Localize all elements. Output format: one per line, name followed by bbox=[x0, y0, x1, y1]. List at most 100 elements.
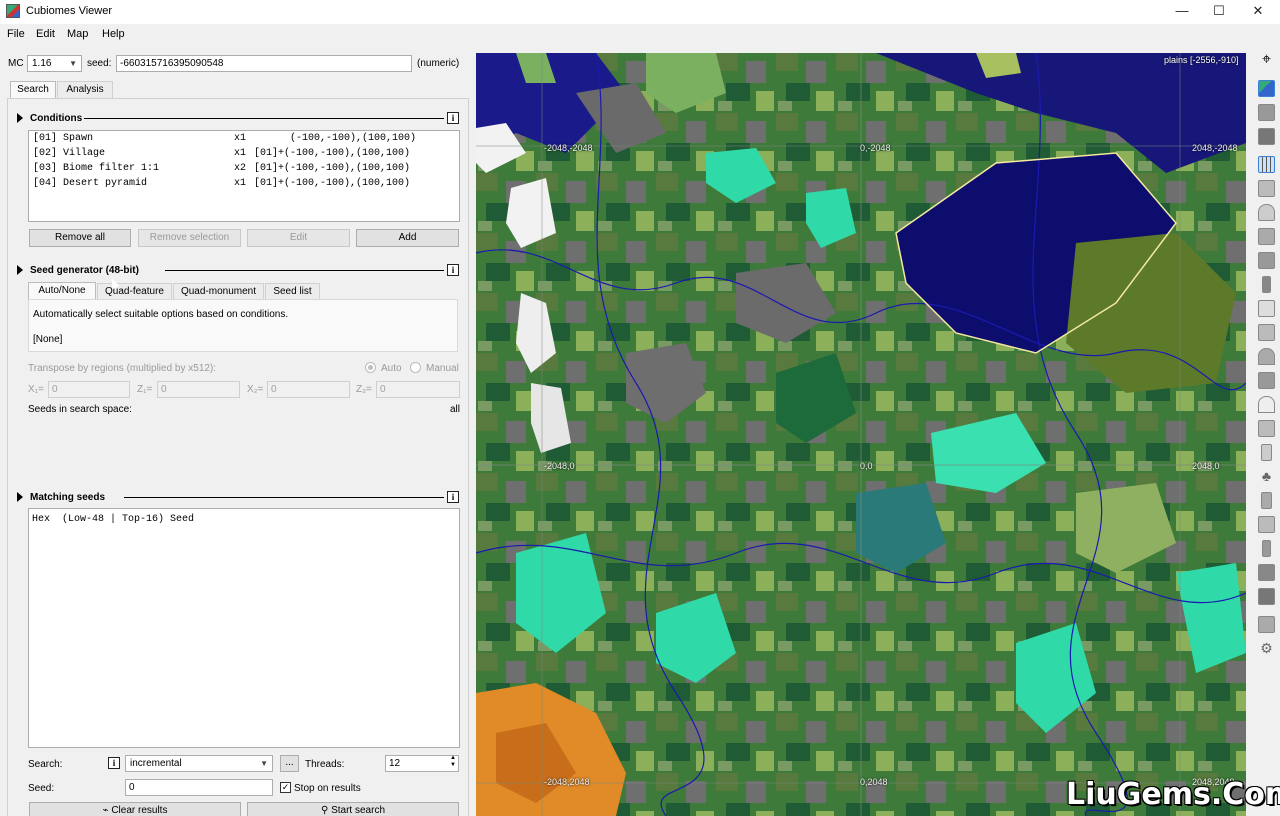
condition-count: x2 bbox=[234, 163, 247, 174]
map-toolbar: ⌖ ♣ ⚙ bbox=[1254, 44, 1280, 816]
list-item[interactable]: [01] Spawn bbox=[33, 133, 93, 144]
desert-pyramid-icon[interactable] bbox=[1258, 228, 1275, 245]
manual-radio[interactable] bbox=[410, 362, 421, 373]
map-coord-label: -2048,2048 bbox=[544, 777, 590, 787]
collapse-triangle-icon[interactable] bbox=[17, 492, 23, 502]
map-info-label: plains [-2556,-910] bbox=[1164, 55, 1239, 65]
conditions-title: Conditions bbox=[30, 113, 83, 124]
menu-edit[interactable]: Edit bbox=[36, 28, 55, 40]
crosshair-icon[interactable]: ⌖ bbox=[1258, 52, 1275, 69]
auto-radio[interactable] bbox=[365, 362, 376, 373]
z2-input[interactable]: 0 bbox=[376, 381, 460, 398]
gear-icon[interactable]: ⚙ bbox=[1258, 640, 1275, 657]
map-coord-label: 2048,0 bbox=[1192, 461, 1220, 471]
window-title: Cubiomes Viewer bbox=[26, 5, 113, 17]
biome-map-canvas bbox=[476, 53, 1246, 816]
outpost-icon[interactable] bbox=[1258, 372, 1275, 389]
tab-quad-feature[interactable]: Quad-feature bbox=[97, 283, 172, 300]
collapse-triangle-icon[interactable] bbox=[17, 113, 23, 123]
seed-generator-title: Seed generator (48-bit) bbox=[30, 265, 139, 276]
z2-label: Z₂= bbox=[356, 384, 372, 395]
mineshaft-icon[interactable]: ♣ bbox=[1258, 468, 1275, 485]
more-options-button[interactable]: ... bbox=[280, 755, 299, 772]
map-coord-label: 0,0 bbox=[860, 461, 873, 471]
threads-spinbox[interactable]: 12 ▲ ▼ bbox=[385, 755, 459, 772]
minimize-button[interactable]: — bbox=[1164, 0, 1200, 24]
stop-on-results-checkbox[interactable]: ✓ bbox=[280, 782, 291, 793]
tab-quad-monument[interactable]: Quad-monument bbox=[173, 283, 264, 300]
end-city-icon[interactable] bbox=[1262, 540, 1271, 557]
clear-results-label: Clear results bbox=[111, 805, 168, 816]
village-icon[interactable] bbox=[1258, 204, 1275, 221]
spawn-icon[interactable] bbox=[1258, 588, 1275, 605]
condition-area: [01]+(-100,-100),(100,100) bbox=[254, 178, 411, 189]
swamp-hut-icon[interactable] bbox=[1258, 300, 1275, 317]
search-space-value: all bbox=[450, 404, 461, 415]
watermark: LiuGems.Com bbox=[1066, 777, 1280, 812]
grid-icon[interactable] bbox=[1258, 156, 1275, 173]
condition-area: (-100,-100),(100,100) bbox=[254, 133, 417, 144]
remove-all-button[interactable]: Remove all bbox=[29, 229, 131, 247]
tab-search[interactable]: Search bbox=[10, 81, 56, 99]
collapse-triangle-icon[interactable] bbox=[17, 265, 23, 275]
info-icon[interactable]: i bbox=[108, 757, 120, 769]
menu-file[interactable]: File bbox=[7, 28, 25, 40]
mansion-icon[interactable] bbox=[1258, 348, 1275, 365]
search-mode-select[interactable]: incremental ▼ bbox=[125, 755, 273, 772]
mc-version-select[interactable]: 1.16 ▼ bbox=[27, 55, 82, 72]
matching-seeds-table[interactable]: Hex (Low-48 | Top-16) Seed bbox=[28, 508, 460, 748]
tab-analysis[interactable]: Analysis bbox=[57, 81, 113, 98]
tab-seed-list[interactable]: Seed list bbox=[265, 283, 320, 300]
generator-mode: [None] bbox=[33, 334, 63, 345]
add-button[interactable]: Add bbox=[356, 229, 459, 247]
conditions-list[interactable]: [01] Spawn x1 (-100,-100),(100,100) [02]… bbox=[28, 130, 460, 222]
info-icon[interactable]: i bbox=[447, 491, 459, 503]
end-gateway-icon[interactable] bbox=[1258, 564, 1275, 581]
list-item[interactable]: [04] Desert pyramid bbox=[33, 178, 147, 189]
slime-chunk-icon[interactable] bbox=[1258, 180, 1275, 197]
igloo-icon[interactable] bbox=[1262, 276, 1271, 293]
maximize-button[interactable]: ☐ bbox=[1201, 0, 1237, 24]
jungle-temple-icon[interactable] bbox=[1258, 252, 1275, 269]
biome-map[interactable]: plains [-2556,-910] -2048,-2048 0,-2048 … bbox=[476, 53, 1246, 816]
stronghold-icon[interactable] bbox=[1258, 616, 1275, 633]
map-coord-label: -2048,-2048 bbox=[544, 143, 593, 153]
divider bbox=[84, 118, 444, 119]
remove-selection-button[interactable]: Remove selection bbox=[138, 229, 241, 247]
tab-auto-none[interactable]: Auto/None bbox=[28, 282, 96, 300]
threads-label: Threads: bbox=[305, 759, 345, 770]
fortress-icon[interactable] bbox=[1261, 492, 1272, 509]
seed-start-label: Seed: bbox=[28, 783, 55, 794]
x2-input[interactable]: 0 bbox=[267, 381, 350, 398]
shade-layer-icon[interactable] bbox=[1258, 128, 1275, 145]
search-space-label: Seeds in search space: bbox=[28, 404, 132, 415]
menu-help[interactable]: Help bbox=[102, 28, 125, 40]
biome-layer-icon[interactable] bbox=[1258, 80, 1275, 97]
info-icon[interactable]: i bbox=[447, 264, 459, 276]
start-search-button[interactable]: ⚲ Start search bbox=[247, 802, 459, 816]
condition-count: x1 bbox=[234, 148, 247, 159]
x1-input[interactable]: 0 bbox=[48, 381, 130, 398]
matching-seeds-title: Matching seeds bbox=[30, 492, 106, 503]
clear-results-button[interactable]: ⌁ Clear results bbox=[29, 802, 241, 816]
list-item[interactable]: [03] Biome filter 1:1 bbox=[33, 163, 159, 174]
menu-map[interactable]: Map bbox=[67, 28, 88, 40]
monument-icon[interactable] bbox=[1258, 324, 1275, 341]
z1-label: Z₁= bbox=[137, 384, 153, 395]
close-button[interactable]: ✕ bbox=[1240, 0, 1276, 24]
seed-input[interactable]: -660315716395090548 bbox=[116, 55, 412, 72]
ruined-portal-icon[interactable] bbox=[1258, 396, 1275, 413]
treasure-icon[interactable] bbox=[1261, 444, 1272, 461]
title-bar: Cubiomes Viewer — ☐ ✕ bbox=[0, 0, 1280, 24]
start-seed-input[interactable]: 0 bbox=[125, 779, 273, 796]
height-layer-icon[interactable] bbox=[1258, 104, 1275, 121]
z1-input[interactable]: 0 bbox=[157, 381, 240, 398]
bastion-icon[interactable] bbox=[1258, 516, 1275, 533]
divider bbox=[165, 270, 444, 271]
info-icon[interactable]: i bbox=[447, 112, 459, 124]
shipwreck-icon[interactable] bbox=[1258, 420, 1275, 437]
edit-button[interactable]: Edit bbox=[247, 229, 350, 247]
spin-arrows-icon[interactable]: ▲ ▼ bbox=[450, 755, 456, 769]
threads-value: 12 bbox=[389, 758, 401, 769]
list-item[interactable]: [02] Village bbox=[33, 148, 105, 159]
